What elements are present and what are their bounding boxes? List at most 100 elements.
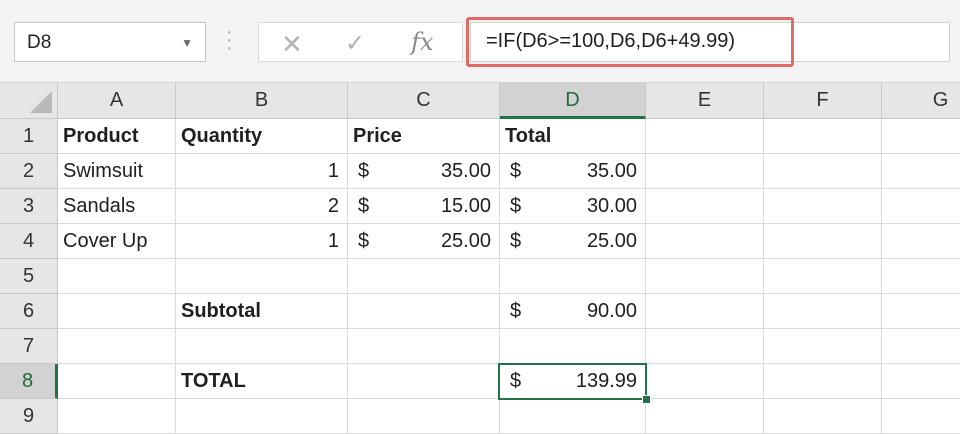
cell-c4[interactable]: $25.00 bbox=[348, 224, 500, 259]
drag-handle-icon[interactable]: · · · bbox=[226, 22, 233, 58]
cell-f9[interactable] bbox=[764, 399, 882, 434]
cell-b8[interactable]: TOTAL bbox=[176, 364, 348, 399]
cell-d5[interactable] bbox=[500, 259, 646, 294]
cell-e9[interactable] bbox=[646, 399, 764, 434]
cell-b5[interactable] bbox=[176, 259, 348, 294]
cell-b4[interactable]: 1 bbox=[176, 224, 348, 259]
cell-c8[interactable] bbox=[348, 364, 500, 399]
cell-g9[interactable] bbox=[882, 399, 960, 434]
column-header-d[interactable]: D bbox=[500, 83, 646, 119]
column-header-b[interactable]: B bbox=[176, 83, 348, 119]
cell-c2[interactable]: $35.00 bbox=[348, 154, 500, 189]
cell-a8[interactable] bbox=[58, 364, 176, 399]
cell-b6[interactable]: Subtotal bbox=[176, 294, 348, 329]
cell-a7[interactable] bbox=[58, 329, 176, 364]
cell-c3[interactable]: $15.00 bbox=[348, 189, 500, 224]
cell-d8[interactable]: $139.99 bbox=[500, 364, 646, 399]
row-header-4[interactable]: 4 bbox=[0, 224, 58, 259]
row-header-6[interactable]: 6 bbox=[0, 294, 58, 329]
product-name: Swimsuit bbox=[63, 160, 144, 182]
row-header-3[interactable]: 3 bbox=[0, 189, 58, 224]
cell-b9[interactable] bbox=[176, 399, 348, 434]
name-box[interactable]: D8 ▼ bbox=[14, 22, 206, 62]
cell-f7[interactable] bbox=[764, 329, 882, 364]
currency-symbol: $ bbox=[358, 160, 370, 182]
cell-e8[interactable] bbox=[646, 364, 764, 399]
cell-g2[interactable] bbox=[882, 154, 960, 189]
row-header-1[interactable]: 1 bbox=[0, 119, 58, 154]
cell-f5[interactable] bbox=[764, 259, 882, 294]
cell-d7[interactable] bbox=[500, 329, 646, 364]
column-header-f[interactable]: F bbox=[764, 83, 882, 119]
cell-a6[interactable] bbox=[58, 294, 176, 329]
price-value: 25.00 bbox=[440, 230, 491, 252]
select-all-icon bbox=[30, 91, 52, 113]
cell-a5[interactable] bbox=[58, 259, 176, 294]
cell-f2[interactable] bbox=[764, 154, 882, 189]
cell-c1[interactable]: Price bbox=[348, 119, 500, 154]
column-header-c[interactable]: C bbox=[348, 83, 500, 119]
cell-b1[interactable]: Quantity bbox=[176, 119, 348, 154]
cell-c6[interactable] bbox=[348, 294, 500, 329]
cell-g3[interactable] bbox=[882, 189, 960, 224]
formula-bar-area: D8 ▼ · · · ✕ ✓ fx =IF(D6>=100,D6,D6+49.99) bbox=[0, 0, 960, 82]
formula-buttons: ✕ ✓ fx bbox=[258, 22, 463, 62]
cell-g6[interactable] bbox=[882, 294, 960, 329]
chevron-down-icon[interactable]: ▼ bbox=[181, 36, 193, 50]
cell-b3[interactable]: 2 bbox=[176, 189, 348, 224]
cell-c7[interactable] bbox=[348, 329, 500, 364]
subtotal-value: 90.00 bbox=[586, 300, 637, 322]
currency-symbol: $ bbox=[510, 230, 522, 252]
column-header-g[interactable]: G bbox=[882, 83, 960, 119]
cell-d6[interactable]: $90.00 bbox=[500, 294, 646, 329]
cell-e4[interactable] bbox=[646, 224, 764, 259]
cell-f8[interactable] bbox=[764, 364, 882, 399]
cell-e7[interactable] bbox=[646, 329, 764, 364]
cell-b7[interactable] bbox=[176, 329, 348, 364]
cell-d1[interactable]: Total bbox=[500, 119, 646, 154]
cancel-icon[interactable]: ✕ bbox=[281, 29, 303, 60]
cell-d3[interactable]: $30.00 bbox=[500, 189, 646, 224]
row-header-8[interactable]: 8 bbox=[0, 364, 58, 399]
cell-f4[interactable] bbox=[764, 224, 882, 259]
enter-icon[interactable]: ✓ bbox=[345, 29, 365, 58]
cell-c5[interactable] bbox=[348, 259, 500, 294]
cell-a4[interactable]: Cover Up bbox=[58, 224, 176, 259]
cell-a9[interactable] bbox=[58, 399, 176, 434]
cell-e3[interactable] bbox=[646, 189, 764, 224]
row-header-9[interactable]: 9 bbox=[0, 399, 58, 434]
cell-d2[interactable]: $35.00 bbox=[500, 154, 646, 189]
cell-f1[interactable] bbox=[764, 119, 882, 154]
cell-f6[interactable] bbox=[764, 294, 882, 329]
cell-g7[interactable] bbox=[882, 329, 960, 364]
header-total: Total bbox=[505, 125, 552, 147]
row-header-2[interactable]: 2 bbox=[0, 154, 58, 189]
quantity-value: 2 bbox=[327, 195, 339, 217]
select-all-button[interactable] bbox=[0, 83, 58, 119]
cell-f3[interactable] bbox=[764, 189, 882, 224]
cell-a3[interactable]: Sandals bbox=[58, 189, 176, 224]
cell-g1[interactable] bbox=[882, 119, 960, 154]
cell-a1[interactable]: Product bbox=[58, 119, 176, 154]
row-header-5[interactable]: 5 bbox=[0, 259, 58, 294]
formula-text[interactable]: =IF(D6>=100,D6,D6+49.99) bbox=[486, 30, 735, 53]
cell-e1[interactable] bbox=[646, 119, 764, 154]
cell-g8[interactable] bbox=[882, 364, 960, 399]
insert-function-icon[interactable]: fx bbox=[411, 28, 433, 56]
cell-g4[interactable] bbox=[882, 224, 960, 259]
cell-e6[interactable] bbox=[646, 294, 764, 329]
cell-d9[interactable] bbox=[500, 399, 646, 434]
cell-e2[interactable] bbox=[646, 154, 764, 189]
column-header-e[interactable]: E bbox=[646, 83, 764, 119]
cell-d4[interactable]: $25.00 bbox=[500, 224, 646, 259]
spreadsheet-grid: A B C D E F G 1 2 3 4 5 6 7 8 9 Product … bbox=[0, 82, 960, 434]
cell-b2[interactable]: 1 bbox=[176, 154, 348, 189]
fill-handle[interactable] bbox=[642, 395, 651, 404]
column-header-a[interactable]: A bbox=[58, 83, 176, 119]
row-header-7[interactable]: 7 bbox=[0, 329, 58, 364]
cell-a2[interactable]: Swimsuit bbox=[58, 154, 176, 189]
cell-c9[interactable] bbox=[348, 399, 500, 434]
total-value: 25.00 bbox=[586, 230, 637, 252]
cell-e5[interactable] bbox=[646, 259, 764, 294]
cell-g5[interactable] bbox=[882, 259, 960, 294]
